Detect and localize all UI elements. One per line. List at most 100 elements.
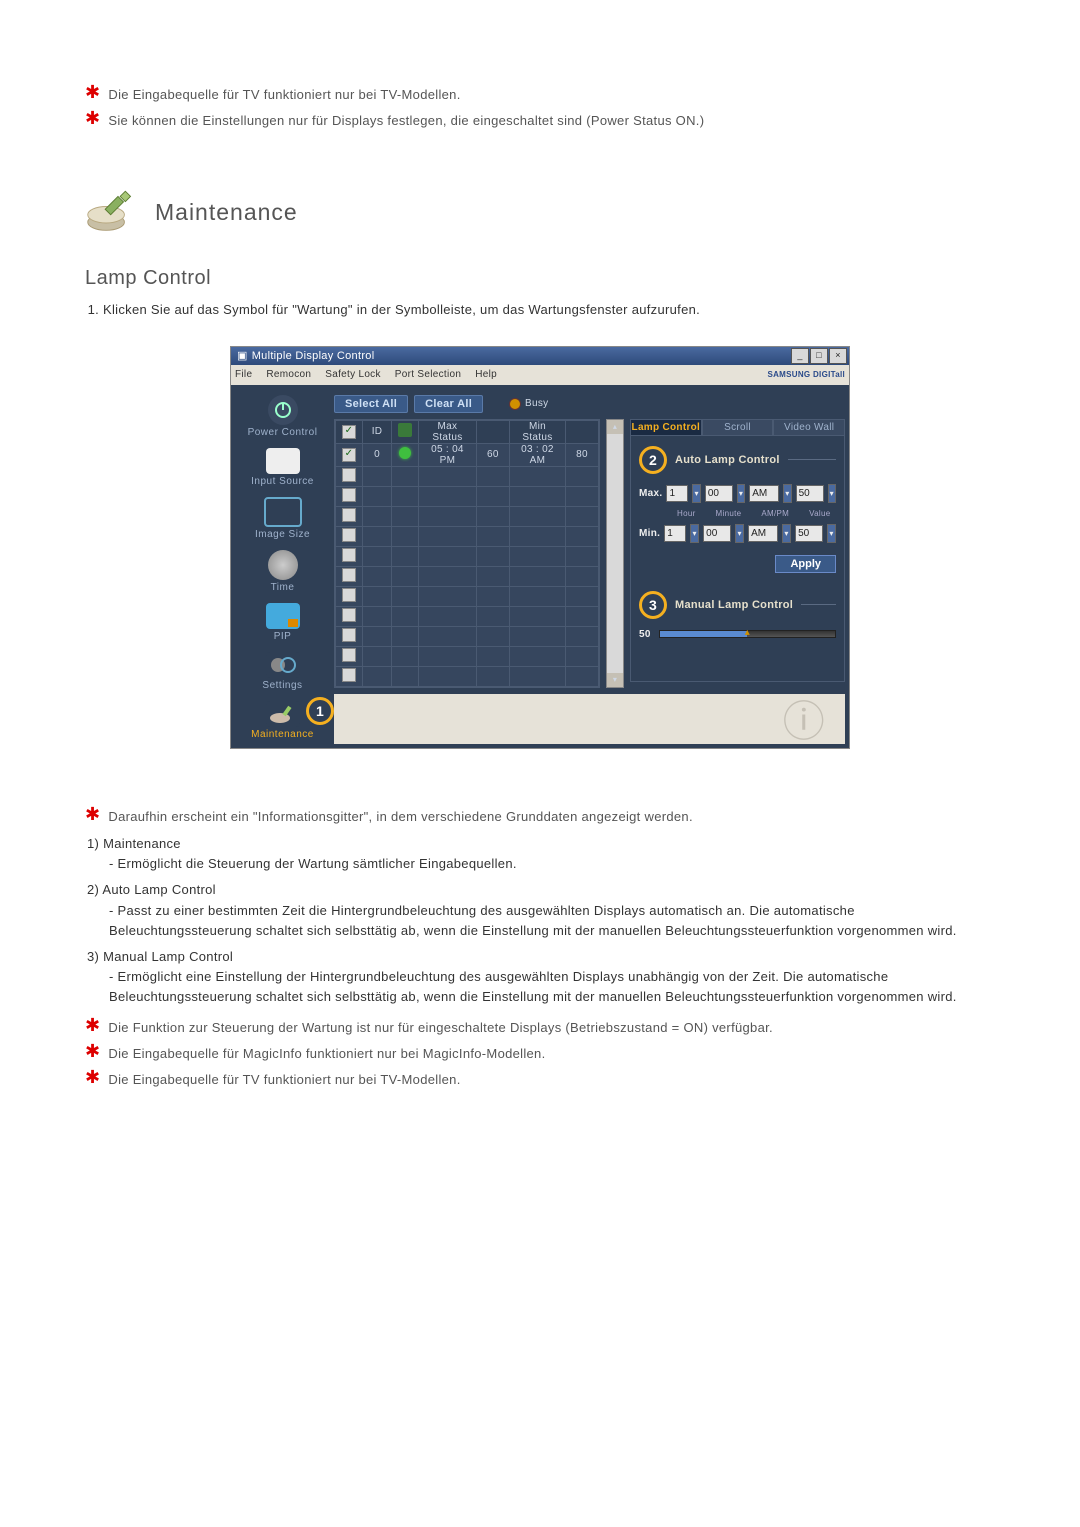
- note-text: Sie können die Einstellungen nur für Dis…: [108, 108, 995, 132]
- callout-3: 3: [639, 591, 667, 619]
- table-row: [336, 486, 599, 506]
- table-row: [336, 646, 599, 666]
- table-row: [336, 586, 599, 606]
- sidebar-item-label: PIP: [235, 631, 330, 642]
- col-min-status: Min Status: [509, 420, 565, 443]
- star-icon: ✱: [85, 1041, 100, 1063]
- star-icon: ✱: [85, 804, 100, 826]
- row-checkbox[interactable]: [342, 468, 356, 482]
- sidebar-item-label: Settings: [235, 680, 330, 691]
- close-icon[interactable]: ×: [829, 348, 847, 364]
- header-check-icon[interactable]: [342, 425, 356, 439]
- busy-icon: [509, 398, 521, 410]
- sidebar-item-input-source[interactable]: Input Source: [235, 442, 330, 491]
- min-label: Min.: [639, 528, 660, 539]
- note-text: Die Eingabequelle für MagicInfo funktion…: [108, 1041, 995, 1065]
- star-icon: ✱: [85, 108, 100, 130]
- sidebar-item-label: Image Size: [235, 529, 330, 540]
- sidebar-item-maintenance[interactable]: Maintenance 1: [235, 695, 330, 744]
- min-value-input[interactable]: [795, 525, 823, 542]
- dropdown-icon[interactable]: ▾: [827, 524, 836, 543]
- desc-num-1: 1): [87, 836, 99, 851]
- dropdown-icon[interactable]: ▾: [737, 484, 745, 503]
- dropdown-icon[interactable]: ▾: [735, 524, 744, 543]
- scroll-up-icon[interactable]: ▴: [607, 420, 623, 434]
- image-size-icon: [264, 497, 302, 527]
- vertical-scrollbar[interactable]: ▴ ▾: [606, 419, 624, 688]
- scroll-down-icon[interactable]: ▾: [607, 673, 623, 687]
- desc-num-2: 2): [87, 882, 99, 897]
- note-text: Die Eingabequelle für TV funktioniert nu…: [108, 1067, 995, 1091]
- menu-port-selection[interactable]: Port Selection: [395, 369, 461, 380]
- note-text: Die Eingabequelle für TV funktioniert nu…: [108, 82, 995, 106]
- max-value-input[interactable]: [796, 485, 824, 502]
- row-checkbox[interactable]: [342, 648, 356, 662]
- dropdown-icon[interactable]: ▾: [828, 484, 836, 503]
- status-on-icon: [399, 447, 411, 459]
- app-title-icon: ▣: [237, 349, 248, 362]
- info-grid: ID Max Status Min Status 0: [334, 419, 600, 688]
- apply-button[interactable]: Apply: [775, 555, 836, 573]
- row-checkbox[interactable]: [342, 488, 356, 502]
- dropdown-icon[interactable]: ▾: [783, 484, 791, 503]
- app-window: ▣Multiple Display Control _ □ × File Rem…: [230, 346, 850, 749]
- settings-icon: [266, 652, 300, 678]
- desc-title-1: Maintenance: [103, 836, 181, 851]
- col-value: Value: [809, 509, 830, 518]
- table-row: [336, 526, 599, 546]
- menu-file[interactable]: File: [235, 369, 252, 380]
- tab-video-wall[interactable]: Video Wall: [773, 419, 845, 436]
- min-hour-input[interactable]: [664, 525, 686, 542]
- sidebar: Power Control Input Source Image Size Ti…: [235, 389, 330, 744]
- maintenance-icon-small: [266, 701, 300, 727]
- min-minute-input[interactable]: [703, 525, 731, 542]
- sidebar-item-time[interactable]: Time: [235, 544, 330, 597]
- sidebar-item-label: Input Source: [235, 476, 330, 487]
- row-checkbox[interactable]: [342, 588, 356, 602]
- max-minute-input[interactable]: [705, 485, 733, 502]
- dropdown-icon[interactable]: ▾: [782, 524, 791, 543]
- slider-thumb-icon[interactable]: ▴: [745, 627, 750, 638]
- info-icon: ⓘ: [783, 688, 825, 749]
- menu-help[interactable]: Help: [475, 369, 497, 380]
- desc-title-3: Manual Lamp Control: [103, 949, 233, 964]
- sidebar-item-label: Maintenance: [235, 729, 330, 740]
- manual-slider-track[interactable]: ▴: [659, 630, 836, 638]
- row-checkbox[interactable]: [342, 448, 356, 462]
- table-row: [336, 546, 599, 566]
- sidebar-item-image-size[interactable]: Image Size: [235, 491, 330, 544]
- sidebar-item-settings[interactable]: Settings: [235, 646, 330, 695]
- busy-label: Busy: [525, 398, 548, 409]
- max-hour-input[interactable]: [666, 485, 688, 502]
- sidebar-item-power-control[interactable]: Power Control: [235, 389, 330, 442]
- table-row: [336, 566, 599, 586]
- row-checkbox[interactable]: [342, 628, 356, 642]
- row-checkbox[interactable]: [342, 508, 356, 522]
- section-title: Maintenance: [155, 199, 298, 226]
- row-checkbox[interactable]: [342, 528, 356, 542]
- min-ampm-input[interactable]: [748, 525, 778, 542]
- row-checkbox[interactable]: [342, 548, 356, 562]
- table-row: [336, 606, 599, 626]
- desc-text-3: - Ermöglicht eine Einstellung der Hinter…: [87, 967, 995, 1007]
- table-row[interactable]: 0 05 : 04 PM 60 03 : 02 AM 80: [336, 443, 599, 466]
- dropdown-icon[interactable]: ▾: [690, 524, 699, 543]
- cell-max-status: 05 : 04 PM: [419, 443, 477, 466]
- tab-lamp-control[interactable]: Lamp Control: [630, 419, 702, 436]
- minimize-icon[interactable]: _: [791, 348, 809, 364]
- header-status-icon: [398, 423, 412, 437]
- row-checkbox[interactable]: [342, 668, 356, 682]
- menu-safety-lock[interactable]: Safety Lock: [325, 369, 381, 380]
- clear-all-button[interactable]: Clear All: [414, 395, 483, 413]
- tab-scroll[interactable]: Scroll: [702, 419, 774, 436]
- menu-remocon[interactable]: Remocon: [266, 369, 311, 380]
- max-ampm-input[interactable]: [749, 485, 779, 502]
- row-checkbox[interactable]: [342, 608, 356, 622]
- select-all-button[interactable]: Select All: [334, 395, 408, 413]
- maximize-icon[interactable]: □: [810, 348, 828, 364]
- cell-max-val: 60: [476, 443, 509, 466]
- row-checkbox[interactable]: [342, 568, 356, 582]
- sidebar-item-label: Time: [235, 582, 330, 593]
- dropdown-icon[interactable]: ▾: [692, 484, 700, 503]
- sidebar-item-pip[interactable]: PIP: [235, 597, 330, 646]
